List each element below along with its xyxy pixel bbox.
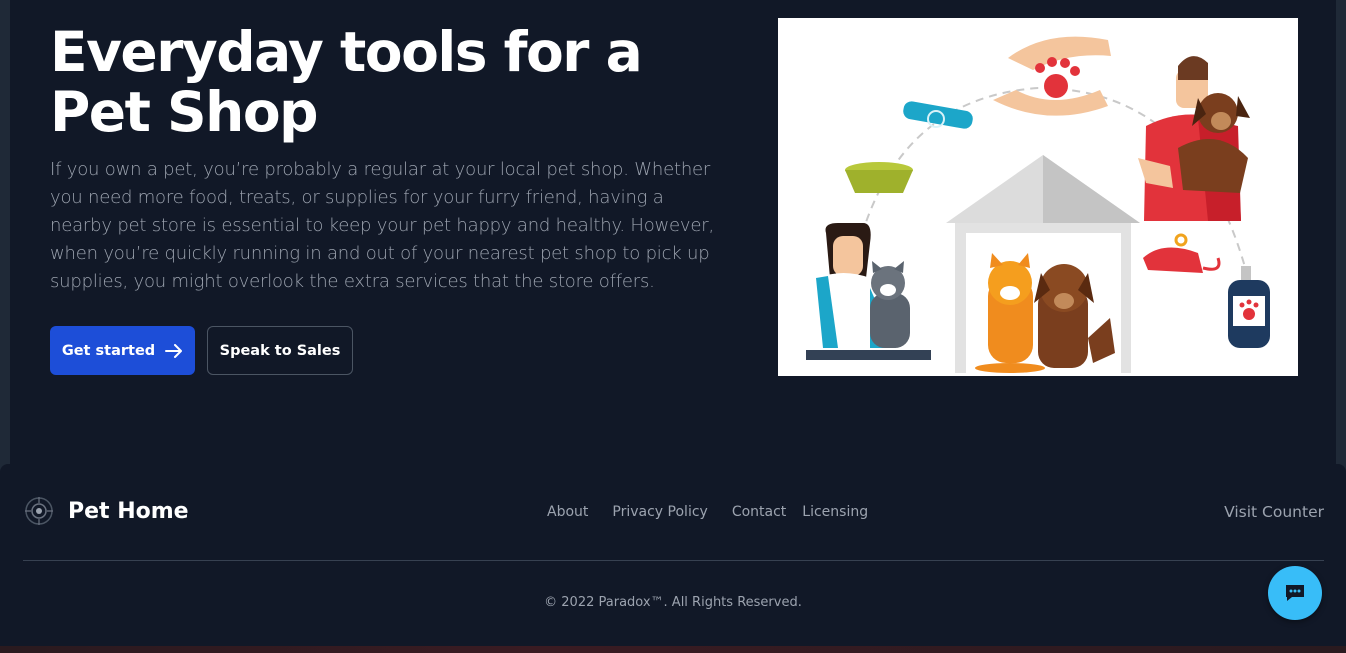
speak-to-sales-label: Speak to Sales	[219, 342, 341, 359]
footer-link-licensing[interactable]: Licensing	[802, 504, 868, 520]
brand[interactable]: Pet Home	[24, 496, 189, 526]
brand-name: Pet Home	[68, 498, 189, 524]
pet-home-logo-icon	[25, 497, 53, 525]
copyright-text: © 2022 Paradox™. All Rights Reserved.	[544, 595, 802, 610]
chat-button[interactable]	[1268, 566, 1322, 620]
chat-icon	[1286, 585, 1304, 601]
get-started-button[interactable]: Get started	[50, 326, 195, 375]
speak-to-sales-button[interactable]: Speak to Sales	[207, 326, 353, 375]
hero-description: If you own a pet, you’re probably a regu…	[50, 159, 714, 292]
hero-section: Everyday tools for a Pet Shop If you own…	[10, 0, 1336, 464]
footer-link-about[interactable]: About	[547, 504, 588, 520]
visit-counter-link[interactable]: Visit Counter	[1224, 503, 1324, 521]
arrow-right-icon	[165, 343, 183, 358]
footer-link-contact[interactable]: Contact	[732, 504, 786, 520]
bottom-edge	[0, 646, 1346, 653]
footer-links: About Privacy Policy Contact Licensing	[547, 504, 868, 520]
footer-divider	[23, 560, 1324, 561]
get-started-label: Get started	[61, 342, 156, 359]
pet-shop-illustration	[778, 18, 1298, 376]
hero-title: Everyday tools for a Pet Shop	[50, 20, 643, 144]
footer-link-privacy-policy[interactable]: Privacy Policy	[612, 504, 707, 520]
footer: Pet Home About Privacy Policy Contact Li…	[0, 464, 1346, 646]
